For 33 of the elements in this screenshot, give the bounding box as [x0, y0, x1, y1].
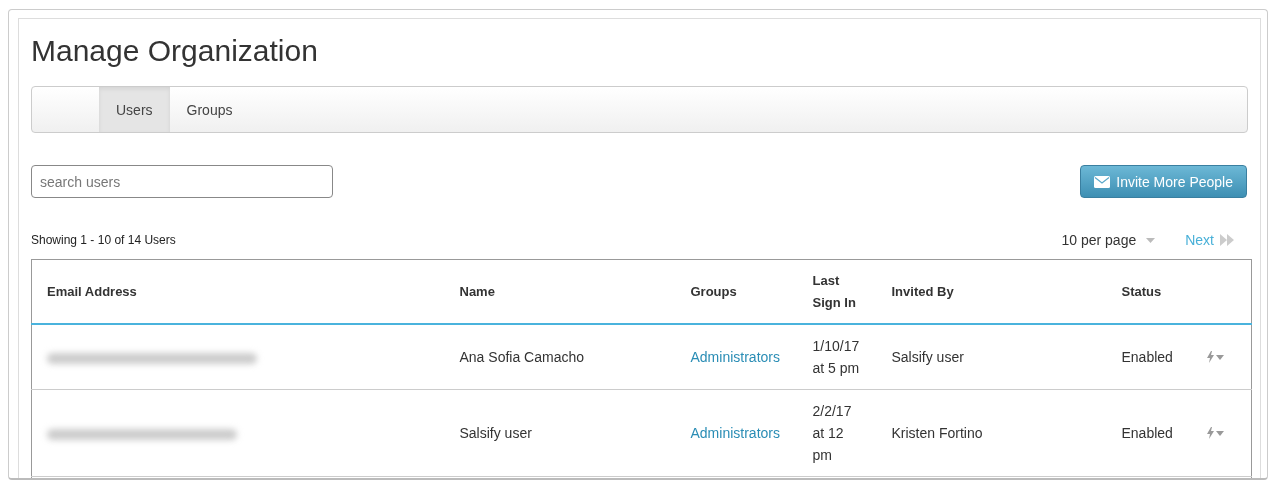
- table-cell: Ana Sofia Camacho: [444, 324, 676, 390]
- lightning-icon: [1206, 351, 1214, 363]
- table-cell: Enabled: [1106, 389, 1192, 477]
- column-header: Invited By: [876, 259, 1107, 324]
- actions-menu-button[interactable]: [1206, 427, 1224, 439]
- search-field[interactable]: search users: [31, 165, 333, 198]
- caret-icon: [1146, 237, 1156, 243]
- envelope-icon: [1094, 175, 1111, 188]
- tab[interactable]: Users: [99, 87, 170, 132]
- table-cell: Salsify user: [876, 324, 1107, 390]
- caret-icon: [1215, 354, 1224, 360]
- column-header: Name: [444, 259, 676, 324]
- column-header: Last Sign In: [797, 259, 877, 324]
- results-summary: Showing 1 - 10 of 14 Users: [31, 233, 176, 247]
- table-cell-text: 1/10/17 at 5 pm: [812, 337, 861, 378]
- column-header: Status: [1106, 259, 1192, 324]
- invite-button[interactable]: Invite More People: [1080, 165, 1247, 198]
- table-cell: Kristen Fortino: [876, 389, 1107, 477]
- tab[interactable]: Groups: [169, 87, 250, 132]
- table-cell-text: 2/2/17 at 12 pm: [812, 402, 853, 465]
- next-link[interactable]: Next: [1185, 232, 1234, 248]
- group-link[interactable]: Administrators: [690, 425, 780, 441]
- column-header: Email Address: [31, 259, 445, 324]
- column-header: Groups: [675, 259, 798, 324]
- table-cell: Enabled: [1106, 324, 1192, 390]
- fast-forward-icon: [1220, 234, 1234, 246]
- lightning-icon: [1206, 427, 1214, 439]
- group-link[interactable]: Administrators: [690, 349, 780, 365]
- table-cell: Salsify user: [444, 389, 676, 477]
- caret-icon: [1215, 430, 1224, 436]
- page-title: Manage Organization: [31, 33, 319, 69]
- actions-menu-button[interactable]: [1206, 351, 1224, 363]
- per-page-dropdown[interactable]: 10 per page: [1061, 232, 1156, 248]
